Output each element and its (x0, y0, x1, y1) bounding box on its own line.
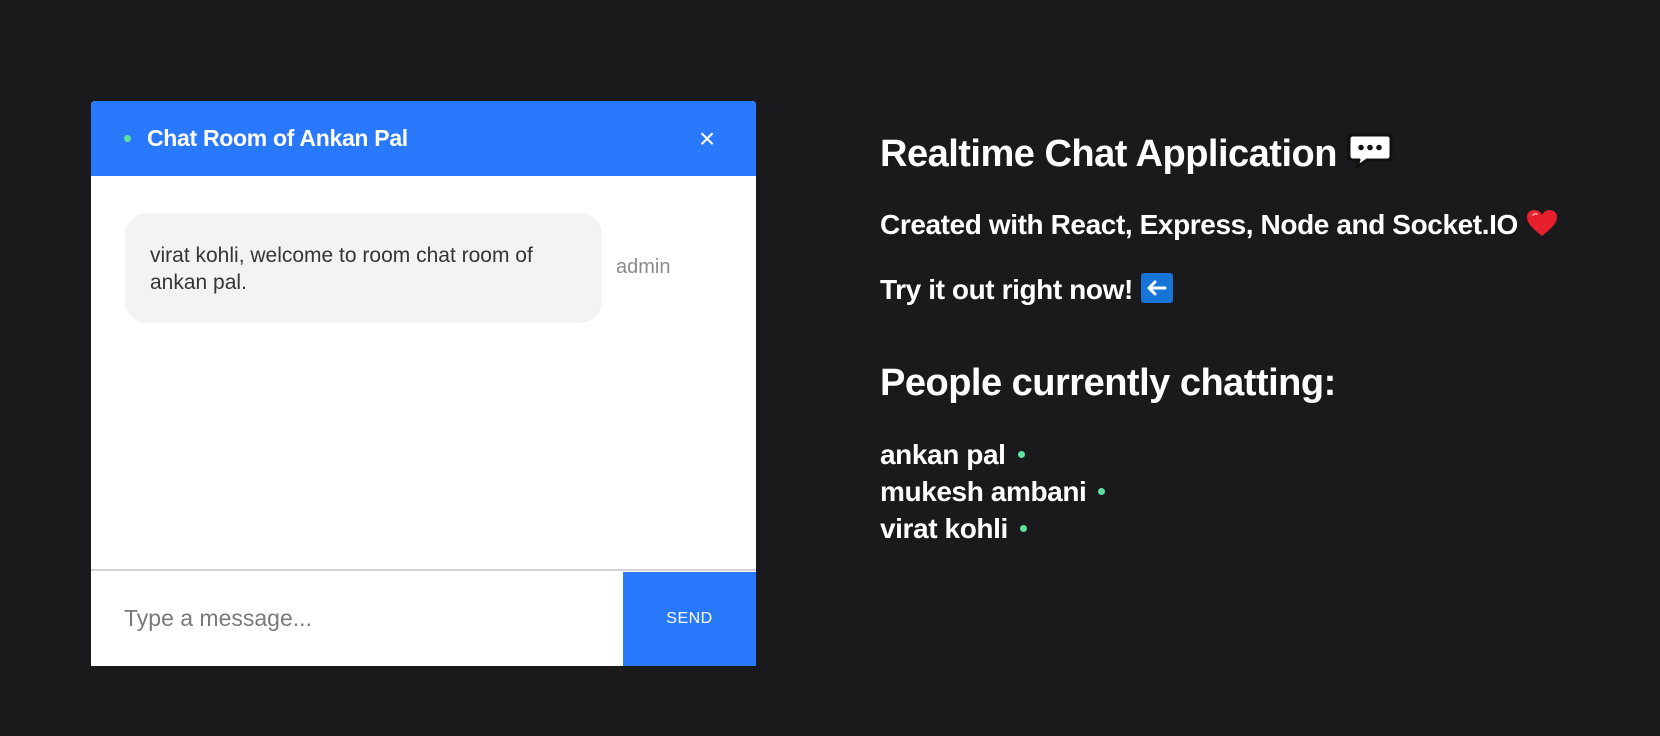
speech-bubble-icon (1347, 132, 1393, 180)
list-item: ankan pal (880, 436, 1105, 473)
heart-icon (1525, 208, 1559, 245)
message-input[interactable] (91, 571, 623, 666)
people-heading: People currently chatting: (880, 362, 1336, 404)
online-status-icon (124, 135, 131, 142)
message-composer: SEND (91, 569, 756, 666)
left-arrow-icon (1140, 272, 1174, 311)
try-it-label: Try it out right now! (880, 273, 1133, 305)
chat-header: Chat Room of Ankan Pal × (91, 101, 756, 176)
chat-room-title: Chat Room of Ankan Pal (147, 125, 408, 151)
send-button[interactable]: SEND (623, 572, 756, 666)
message-bubble: virat kohli, welcome to room chat room o… (125, 213, 602, 323)
people-list: ankan pal mukesh ambani virat kohli (880, 436, 1106, 547)
app-title-text: Realtime Chat Application (880, 133, 1337, 176)
message-list: virat kohli, welcome to room chat room o… (91, 176, 756, 569)
message-sender: admin (616, 256, 671, 278)
app-subtitle-text: Created with React, Express, Node and So… (880, 208, 1518, 240)
chat-window: Chat Room of Ankan Pal × virat kohli, we… (91, 101, 756, 666)
try-it-text: Try it out right now! (880, 272, 1174, 311)
app-subtitle: Created with React, Express, Node and So… (880, 208, 1559, 245)
person-name: virat kohli (880, 513, 1008, 544)
app-title: Realtime Chat Application (880, 132, 1393, 180)
close-icon[interactable]: × (691, 123, 723, 155)
online-status-icon (1019, 525, 1027, 533)
online-status-icon (1017, 451, 1025, 459)
list-item: mukesh ambani (880, 473, 1106, 510)
person-name: ankan pal (880, 439, 1006, 470)
list-item: virat kohli (880, 510, 1105, 547)
person-name: mukesh ambani (880, 476, 1087, 507)
online-status-icon (1098, 488, 1106, 496)
